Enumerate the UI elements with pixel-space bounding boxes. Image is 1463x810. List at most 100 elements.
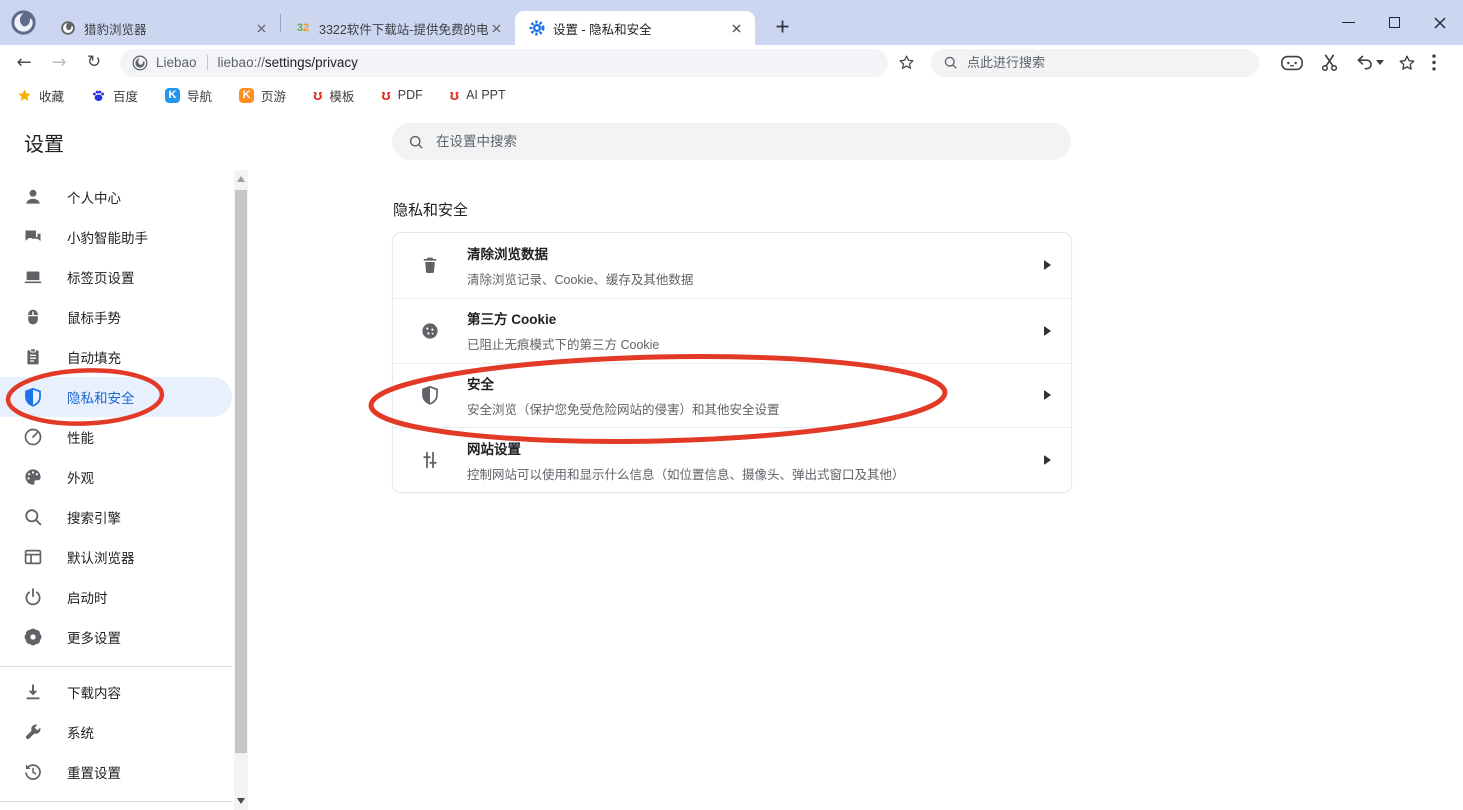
- tab-title: 猎豹浏览器: [84, 19, 253, 38]
- close-button[interactable]: [1417, 0, 1463, 45]
- chevron-right-icon: [1044, 260, 1051, 270]
- url-separator: [207, 55, 208, 70]
- scroll-down-arrow-icon[interactable]: [237, 798, 245, 804]
- docer-icon: ʊ: [313, 88, 322, 103]
- url-path: settings/privacy: [265, 55, 358, 70]
- chat-icon: [23, 227, 43, 247]
- sidebar-item-label: 小豹智能助手: [67, 227, 148, 247]
- sidebar-item-default-browser[interactable]: 默认浏览器: [0, 537, 232, 577]
- sidebar-item-label: 重置设置: [67, 762, 121, 782]
- bookmark-page-star-icon[interactable]: [898, 54, 915, 71]
- sidebar-item-system[interactable]: 系统: [0, 712, 232, 752]
- bookmark-favorites[interactable]: 收藏: [17, 86, 64, 105]
- gamepad-icon[interactable]: [1281, 55, 1303, 71]
- tab-settings-active[interactable]: 设置 - 隐私和安全: [515, 11, 755, 45]
- section-title: 隐私和安全: [393, 199, 468, 220]
- sidebar-item-on-startup[interactable]: 启动时: [0, 577, 232, 617]
- sidebar-item-personal-center[interactable]: 个人中心: [0, 177, 232, 217]
- scroll-up-arrow-icon[interactable]: [237, 176, 245, 182]
- forward-icon[interactable]: →: [47, 54, 71, 72]
- sidebar-item-reset[interactable]: 重置设置: [0, 752, 232, 792]
- row-subtitle: 已阻止无痕模式下的第三方 Cookie: [467, 334, 659, 353]
- row-site-settings[interactable]: 网站设置 控制网站可以使用和显示什么信息（如位置信息、摄像头、弹出式窗口及其他）: [393, 427, 1071, 492]
- bookmark-templates[interactable]: ʊ 模板: [313, 86, 354, 105]
- sidebar-item-label: 个人中心: [67, 187, 121, 207]
- tab-close-icon[interactable]: [253, 20, 270, 37]
- sidebar-item-label: 鼠标手势: [67, 307, 121, 327]
- sidebar-item-label: 默认浏览器: [67, 547, 135, 567]
- menu-dots-icon[interactable]: [1432, 54, 1436, 71]
- sidebar-item-label: 自动填充: [67, 347, 121, 367]
- minimize-button[interactable]: [1325, 0, 1371, 45]
- row-security[interactable]: 安全 安全浏览（保护您免受危险网站的侵害）和其他安全设置: [393, 363, 1071, 428]
- sidebar-scrollbar[interactable]: [234, 170, 248, 810]
- bookmark-webgames[interactable]: K 页游: [239, 86, 286, 105]
- gear-icon: [23, 627, 43, 647]
- scissors-icon[interactable]: [1320, 53, 1339, 72]
- privacy-card: 清除浏览数据 清除浏览记录、Cookie、缓存及其他数据 第三方 Cookie …: [393, 233, 1071, 492]
- sidebar-divider: [0, 801, 232, 802]
- search-icon: [943, 55, 958, 70]
- sidebar-item-label: 启动时: [67, 587, 108, 607]
- laptop-icon: [23, 267, 43, 287]
- sidebar-item-more-settings[interactable]: 更多设置: [0, 617, 232, 657]
- power-icon: [23, 587, 43, 607]
- window-controls: [1325, 0, 1463, 45]
- trash-icon: [420, 255, 440, 275]
- sidebar-item-performance[interactable]: 性能: [0, 417, 232, 457]
- bookmark-ai-ppt[interactable]: ʊ AI PPT: [450, 88, 506, 103]
- row-third-party-cookies[interactable]: 第三方 Cookie 已阻止无痕模式下的第三方 Cookie: [393, 298, 1071, 363]
- reopen-closed-tab-icon[interactable]: [1354, 54, 1384, 71]
- row-title: 第三方 Cookie: [467, 308, 659, 328]
- shield-icon: [420, 385, 440, 405]
- sidebar-item-assistant[interactable]: 小豹智能助手: [0, 217, 232, 257]
- tabs: 猎豹浏览器 32 3322软件下载站-提供免费的电脑软: [46, 0, 796, 45]
- sidebar-item-appearance[interactable]: 外观: [0, 457, 232, 497]
- tab-title: 设置 - 隐私和安全: [553, 19, 728, 38]
- bookmark-baidu[interactable]: 百度: [91, 86, 138, 105]
- sidebar-item-tab-page[interactable]: 标签页设置: [0, 257, 232, 297]
- maximize-button[interactable]: [1371, 0, 1417, 45]
- page-title: 设置: [24, 128, 64, 157]
- palette-icon: [23, 467, 43, 487]
- address-bar[interactable]: Liebao liebao://settings/privacy: [120, 49, 888, 77]
- reload-icon[interactable]: ↻: [82, 54, 106, 71]
- baidu-paw-icon: [91, 88, 106, 103]
- download-icon: [23, 682, 43, 702]
- back-icon[interactable]: ←: [12, 54, 36, 72]
- row-subtitle: 安全浏览（保护您免受危险网站的侵害）和其他安全设置: [467, 399, 780, 418]
- bookmark-nav[interactable]: K 导航: [165, 86, 212, 105]
- new-tab-button[interactable]: [769, 13, 796, 40]
- k-orange-icon: K: [239, 88, 254, 103]
- sidebar-item-downloads[interactable]: 下载内容: [0, 672, 232, 712]
- wrench-icon: [23, 722, 43, 742]
- search-icon: [23, 507, 43, 527]
- sidebar-item-mouse-gestures[interactable]: 鼠标手势: [0, 297, 232, 337]
- quick-search-input[interactable]: [967, 55, 1207, 70]
- bookmarks-bar: 收藏 百度 K 导航 K 页游 ʊ 模板 ʊ PDF ʊ AI PPT: [0, 80, 1463, 110]
- sidebar-item-search-engine[interactable]: 搜索引擎: [0, 497, 232, 537]
- sidebar-item-label: 隐私和安全: [67, 387, 135, 407]
- settings-search-input[interactable]: [436, 134, 996, 149]
- tab-close-icon[interactable]: [488, 20, 505, 37]
- sidebar-item-label: 搜索引擎: [67, 507, 121, 527]
- browser-icon: [23, 547, 43, 567]
- url-scheme: liebao://: [218, 55, 265, 70]
- row-clear-browsing-data[interactable]: 清除浏览数据 清除浏览记录、Cookie、缓存及其他数据: [393, 233, 1071, 298]
- settings-search-box[interactable]: [392, 123, 1071, 160]
- bookmark-pdf[interactable]: ʊ PDF: [381, 88, 422, 103]
- quick-search-box[interactable]: [931, 49, 1259, 77]
- tab-3322-site[interactable]: 32 3322软件下载站-提供免费的电脑软: [281, 11, 515, 45]
- sidebar-item-autofill[interactable]: 自动填充: [0, 337, 232, 377]
- favorites-star-icon[interactable]: [1398, 54, 1416, 72]
- bookmark-label: 模板: [329, 86, 354, 105]
- gold-star-icon: [17, 88, 32, 103]
- liebao-gray-favicon-icon: [60, 20, 76, 36]
- sidebar-item-privacy-security[interactable]: 隐私和安全: [0, 377, 232, 417]
- tab-liebao-home[interactable]: 猎豹浏览器: [46, 11, 280, 45]
- bookmark-label: 导航: [187, 86, 212, 105]
- tab-close-icon[interactable]: [728, 20, 745, 37]
- shield-icon: [23, 387, 43, 407]
- scrollbar-thumb[interactable]: [235, 190, 247, 753]
- tab-title: 3322软件下载站-提供免费的电脑软: [319, 19, 488, 38]
